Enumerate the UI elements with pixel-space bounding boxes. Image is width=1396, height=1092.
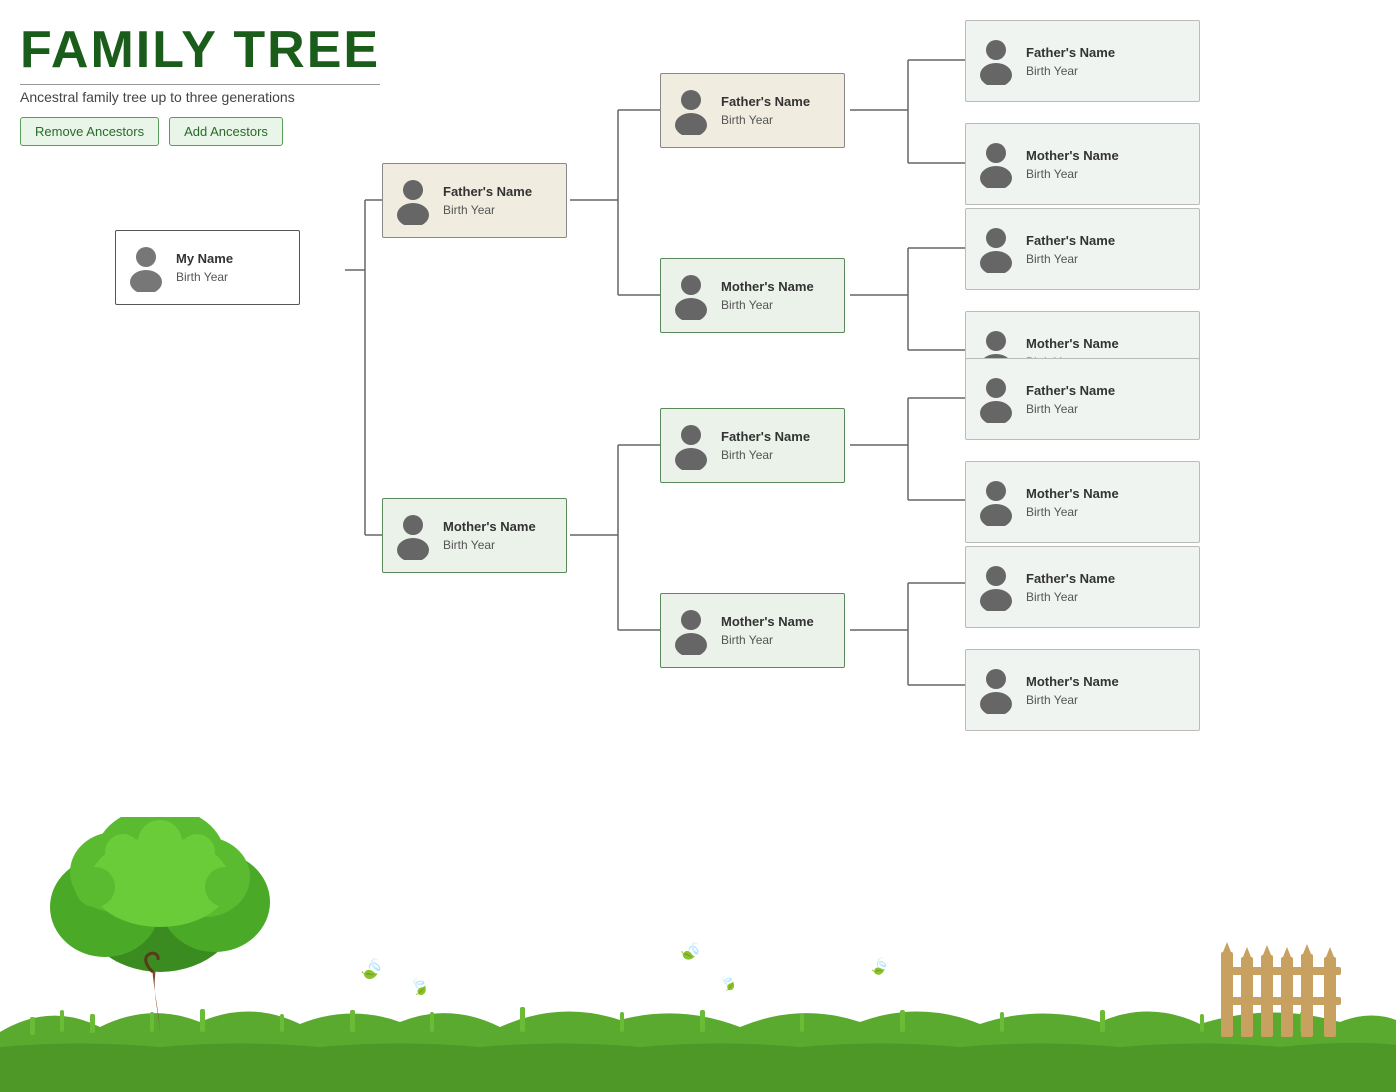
avatar-fm: [669, 270, 713, 322]
avatar-mfm: [974, 476, 1018, 528]
person-ffm-name: Mother's Name: [1026, 148, 1119, 163]
person-me[interactable]: My Name Birth Year: [115, 230, 300, 305]
person-fmf-name: Father's Name: [1026, 233, 1115, 248]
person-fmf-year: Birth Year: [1026, 252, 1115, 266]
avatar-fmf: [974, 223, 1018, 275]
person-father[interactable]: Father's Name Birth Year: [382, 163, 567, 238]
person-mf-year: Birth Year: [721, 448, 810, 462]
person-mmm-info: Mother's Name Birth Year: [1026, 674, 1119, 707]
person-fm-name: Mother's Name: [721, 279, 814, 294]
avatar-father: [391, 175, 435, 227]
person-mmm[interactable]: Mother's Name Birth Year: [965, 649, 1200, 731]
person-mmf-year: Birth Year: [1026, 590, 1115, 604]
avatar-mm: [669, 605, 713, 657]
person-mmm-year: Birth Year: [1026, 693, 1119, 707]
remove-ancestors-button[interactable]: Remove Ancestors: [20, 117, 159, 146]
avatar-ffm: [974, 138, 1018, 190]
tree-decoration: [15, 817, 335, 1037]
person-fm[interactable]: Mother's Name Birth Year: [660, 258, 845, 333]
ground-decoration: 🍃 🍃 🍃 🍃 🍃: [0, 892, 1396, 1092]
person-ffm-info: Mother's Name Birth Year: [1026, 148, 1119, 181]
person-ffm-year: Birth Year: [1026, 167, 1119, 181]
person-mff-info: Father's Name Birth Year: [1026, 383, 1115, 416]
person-fff-year: Birth Year: [1026, 64, 1115, 78]
add-ancestors-button[interactable]: Add Ancestors: [169, 117, 283, 146]
person-mf[interactable]: Father's Name Birth Year: [660, 408, 845, 483]
person-me-info: My Name Birth Year: [176, 251, 233, 284]
person-father-name: Father's Name: [443, 184, 532, 199]
person-ff-name: Father's Name: [721, 94, 810, 109]
avatar-ff: [669, 85, 713, 137]
avatar-mff: [974, 373, 1018, 425]
fence-decoration: [1216, 937, 1346, 1037]
person-mm-year: Birth Year: [721, 633, 814, 647]
avatar-mother: [391, 510, 435, 562]
avatar-mmm: [974, 664, 1018, 716]
header: FAMILY TREE Ancestral family tree up to …: [20, 20, 380, 146]
person-mff-year: Birth Year: [1026, 402, 1115, 416]
person-mff[interactable]: Father's Name Birth Year: [965, 358, 1200, 440]
person-mmf[interactable]: Father's Name Birth Year: [965, 546, 1200, 628]
person-fmf[interactable]: Father's Name Birth Year: [965, 208, 1200, 290]
person-mfm-name: Mother's Name: [1026, 486, 1119, 501]
person-mfm-info: Mother's Name Birth Year: [1026, 486, 1119, 519]
person-mf-info: Father's Name Birth Year: [721, 429, 810, 462]
person-ffm[interactable]: Mother's Name Birth Year: [965, 123, 1200, 205]
person-mother-name: Mother's Name: [443, 519, 536, 534]
person-fm-year: Birth Year: [721, 298, 814, 312]
avatar-mf: [669, 420, 713, 472]
person-mmm-name: Mother's Name: [1026, 674, 1119, 689]
person-mm-info: Mother's Name Birth Year: [721, 614, 814, 647]
person-me-name: My Name: [176, 251, 233, 266]
person-mm[interactable]: Mother's Name Birth Year: [660, 593, 845, 668]
person-mm-name: Mother's Name: [721, 614, 814, 629]
page-title: FAMILY TREE: [20, 20, 380, 80]
person-mother-info: Mother's Name Birth Year: [443, 519, 536, 552]
person-me-year: Birth Year: [176, 270, 233, 284]
avatar-fff: [974, 35, 1018, 87]
person-ff-year: Birth Year: [721, 113, 810, 127]
person-ff-info: Father's Name Birth Year: [721, 94, 810, 127]
person-mmf-info: Father's Name Birth Year: [1026, 571, 1115, 604]
person-mf-name: Father's Name: [721, 429, 810, 444]
person-mmf-name: Father's Name: [1026, 571, 1115, 586]
person-father-info: Father's Name Birth Year: [443, 184, 532, 217]
person-mfm-year: Birth Year: [1026, 505, 1119, 519]
person-father-year: Birth Year: [443, 203, 532, 217]
avatar-me: [124, 242, 168, 294]
person-fmm-name: Mother's Name: [1026, 336, 1119, 351]
subtitle: Ancestral family tree up to three genera…: [20, 84, 380, 105]
person-fff-info: Father's Name Birth Year: [1026, 45, 1115, 78]
person-mother-year: Birth Year: [443, 538, 536, 552]
person-mff-name: Father's Name: [1026, 383, 1115, 398]
person-fff-name: Father's Name: [1026, 45, 1115, 60]
person-ff[interactable]: Father's Name Birth Year: [660, 73, 845, 148]
avatar-mmf: [974, 561, 1018, 613]
person-mother[interactable]: Mother's Name Birth Year: [382, 498, 567, 573]
person-fff[interactable]: Father's Name Birth Year: [965, 20, 1200, 102]
person-mfm[interactable]: Mother's Name Birth Year: [965, 461, 1200, 543]
person-fmf-info: Father's Name Birth Year: [1026, 233, 1115, 266]
person-fm-info: Mother's Name Birth Year: [721, 279, 814, 312]
button-group: Remove Ancestors Add Ancestors: [20, 117, 380, 146]
